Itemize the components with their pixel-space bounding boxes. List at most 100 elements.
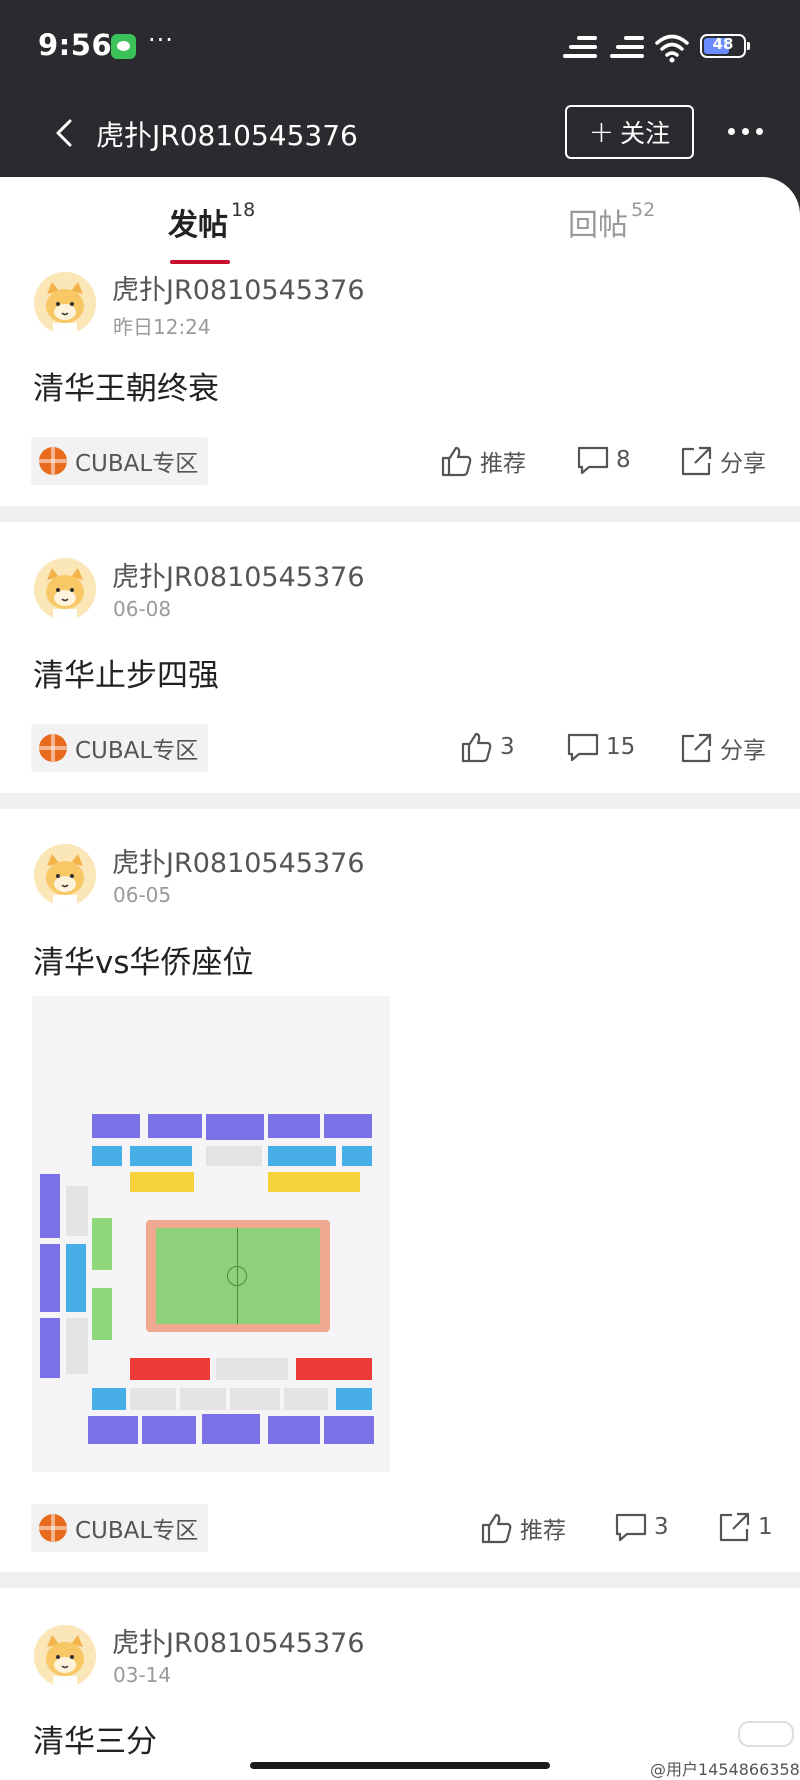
seat-block <box>206 1146 262 1166</box>
avatar[interactable] <box>34 272 96 334</box>
post-title[interactable]: 清华三分 <box>33 1716 157 1761</box>
share-label: 分享 <box>720 738 766 764</box>
court-center-circle <box>227 1266 247 1286</box>
seat-block <box>268 1416 320 1444</box>
seat-block <box>92 1218 112 1270</box>
active-tab-indicator <box>170 260 230 264</box>
topic-tag[interactable]: CUBAL专区 <box>31 1504 209 1552</box>
seat-block <box>130 1388 176 1410</box>
seat-block <box>336 1388 372 1410</box>
tiger-avatar-icon <box>34 558 96 620</box>
post-divider <box>0 506 800 522</box>
topic-tag[interactable]: CUBAL专区 <box>31 437 209 485</box>
seat-block <box>324 1114 372 1138</box>
tab-replies-count: 52 <box>631 199 656 221</box>
post-date: 03-14 <box>113 1663 172 1687</box>
more-notifications-icon: ··· <box>148 26 174 54</box>
seat-block <box>92 1114 140 1138</box>
status-time: 9:56 <box>38 28 113 62</box>
seat-block <box>180 1388 226 1410</box>
basketball-icon <box>39 447 67 475</box>
like-count: 3 <box>500 734 515 760</box>
like-button[interactable]: 推荐 <box>480 1511 566 1545</box>
post-title[interactable]: 清华止步四强 <box>33 650 219 695</box>
seat-block <box>130 1358 210 1380</box>
post-author[interactable]: 虎扑JR0810545376 <box>112 841 365 880</box>
tiger-avatar-icon <box>34 272 96 334</box>
seat-block <box>66 1186 88 1236</box>
share-button[interactable]: 分享 <box>680 444 766 478</box>
post-author[interactable]: 虎扑JR0810545376 <box>112 268 365 307</box>
comment-icon <box>615 1513 647 1542</box>
follow-button[interactable]: + 关注 <box>565 105 694 159</box>
post-title[interactable]: 清华vs华侨座位 <box>33 937 254 982</box>
seating-chart-image[interactable] <box>32 996 390 1472</box>
wechat-notification-icon <box>111 34 136 59</box>
avatar[interactable] <box>34 558 96 620</box>
tab-bar: 发帖 18 回帖 52 <box>0 177 800 264</box>
comment-button[interactable]: 3 <box>614 1511 669 1543</box>
tiger-avatar-icon <box>34 844 96 906</box>
share-button[interactable]: 1 <box>718 1511 773 1543</box>
more-options-icon[interactable] <box>728 128 763 135</box>
signal-icon <box>563 34 597 60</box>
seat-block <box>216 1358 288 1380</box>
share-count: 1 <box>758 1514 773 1540</box>
post-title[interactable]: 清华王朝终衰 <box>33 363 219 408</box>
comment-count: 3 <box>654 1514 669 1540</box>
post-divider <box>0 793 800 809</box>
share-icon <box>681 733 712 763</box>
seat-block <box>66 1244 86 1312</box>
page-title: 虎扑JR0810545376 <box>96 119 358 152</box>
home-indicator[interactable] <box>250 1762 550 1769</box>
thumbs-up-icon <box>441 446 472 477</box>
comment-button[interactable]: 15 <box>566 731 635 763</box>
topic-tag-label: CUBAL专区 <box>75 738 199 764</box>
comment-button[interactable]: 8 <box>576 444 631 476</box>
share-button[interactable]: 分享 <box>680 731 766 765</box>
tiger-avatar-icon <box>34 1625 96 1687</box>
thumbs-up-icon <box>481 1513 512 1544</box>
topic-tag[interactable]: CUBAL专区 <box>31 724 209 772</box>
seat-block <box>66 1318 88 1374</box>
seat-block <box>92 1146 122 1166</box>
basketball-icon <box>39 734 67 762</box>
like-button[interactable]: 3 <box>460 731 515 763</box>
share-icon <box>719 1512 750 1542</box>
follow-label: 关注 <box>620 119 671 148</box>
seat-block <box>130 1146 192 1166</box>
seat-block <box>324 1416 374 1444</box>
seat-block <box>88 1416 138 1444</box>
post-date: 06-05 <box>113 883 172 907</box>
post-author[interactable]: 虎扑JR0810545376 <box>112 1621 365 1660</box>
post-author[interactable]: 虎扑JR0810545376 <box>112 555 365 594</box>
post-date: 昨日12:24 <box>113 315 211 339</box>
signal-icon <box>610 34 644 60</box>
comment-icon <box>577 446 609 475</box>
seat-block <box>40 1318 60 1378</box>
seat-block <box>268 1146 336 1166</box>
seat-block <box>130 1172 194 1192</box>
battery-level: 48 <box>712 35 734 53</box>
top-nav-bar: 虎扑JR0810545376 + 关注 <box>0 95 800 177</box>
topic-tag-label: CUBAL专区 <box>75 451 199 477</box>
seat-block <box>230 1388 280 1410</box>
seat-block <box>92 1388 126 1410</box>
seat-block <box>142 1416 196 1444</box>
seat-block <box>284 1388 328 1410</box>
like-button[interactable]: 推荐 <box>440 444 526 478</box>
share-label: 分享 <box>720 451 766 477</box>
comment-count: 8 <box>616 447 631 473</box>
tab-replies[interactable]: 回帖 52 <box>568 199 656 244</box>
tab-replies-label: 回帖 <box>568 208 628 243</box>
thumbs-up-icon <box>461 732 492 763</box>
avatar[interactable] <box>34 844 96 906</box>
avatar[interactable] <box>34 1625 96 1687</box>
seat-block <box>296 1358 372 1380</box>
post-divider <box>0 1572 800 1588</box>
tab-posts-count: 18 <box>231 199 256 221</box>
status-bar: 9:56 ··· 48 <box>0 0 800 95</box>
tab-posts-label: 发帖 <box>168 208 228 243</box>
tab-posts[interactable]: 发帖 18 <box>168 199 256 244</box>
back-arrow-icon[interactable] <box>46 113 86 153</box>
